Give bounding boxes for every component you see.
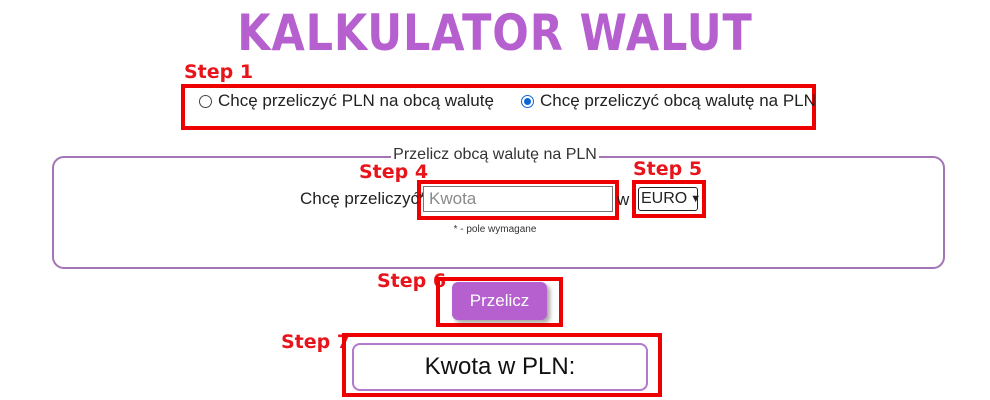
- result-box: Kwota w PLN:: [352, 343, 648, 391]
- convert-button[interactable]: Przelicz: [452, 282, 547, 320]
- fieldset-legend-text: Przelicz obcą walutę na PLN: [391, 146, 599, 163]
- radio-option-foreign-to-pln[interactable]: Chcę przeliczyć obcą walutę na PLN: [521, 91, 816, 111]
- step-1-label: Step 1: [184, 61, 254, 83]
- radio-button-foreign-to-pln[interactable]: [521, 94, 534, 108]
- result-label: Kwota w PLN:: [424, 353, 576, 380]
- direction-radio-group: Chcę przeliczyć PLN na obcą walutę Chcę …: [0, 91, 990, 117]
- currency-in-label: w: [617, 190, 630, 209]
- chevron-down-icon: ▼: [690, 193, 702, 205]
- currency-select[interactable]: EURO ▼: [638, 187, 702, 211]
- page-title: KALKULATOR WALUT: [237, 4, 753, 62]
- amount-label: Chcę przeliczyć*: [300, 189, 426, 208]
- currency-select-value: EURO: [641, 190, 688, 207]
- amount-input[interactable]: [423, 186, 613, 212]
- required-note: * - pole wymagane: [453, 224, 537, 235]
- step-7-label: Step 7: [281, 331, 351, 353]
- radio-label-foreign-to-pln: Chcę przeliczyć obcą walutę na PLN: [540, 91, 816, 110]
- radio-label-pln-to-foreign: Chcę przeliczyć PLN na obcą walutę: [218, 91, 494, 110]
- radio-button-pln-to-foreign[interactable]: [199, 94, 212, 108]
- conversion-fieldset: [52, 156, 945, 269]
- fieldset-legend: Przelicz obcą walutę na PLN: [0, 146, 990, 164]
- radio-option-pln-to-foreign[interactable]: Chcę przeliczyć PLN na obcą walutę: [199, 91, 494, 111]
